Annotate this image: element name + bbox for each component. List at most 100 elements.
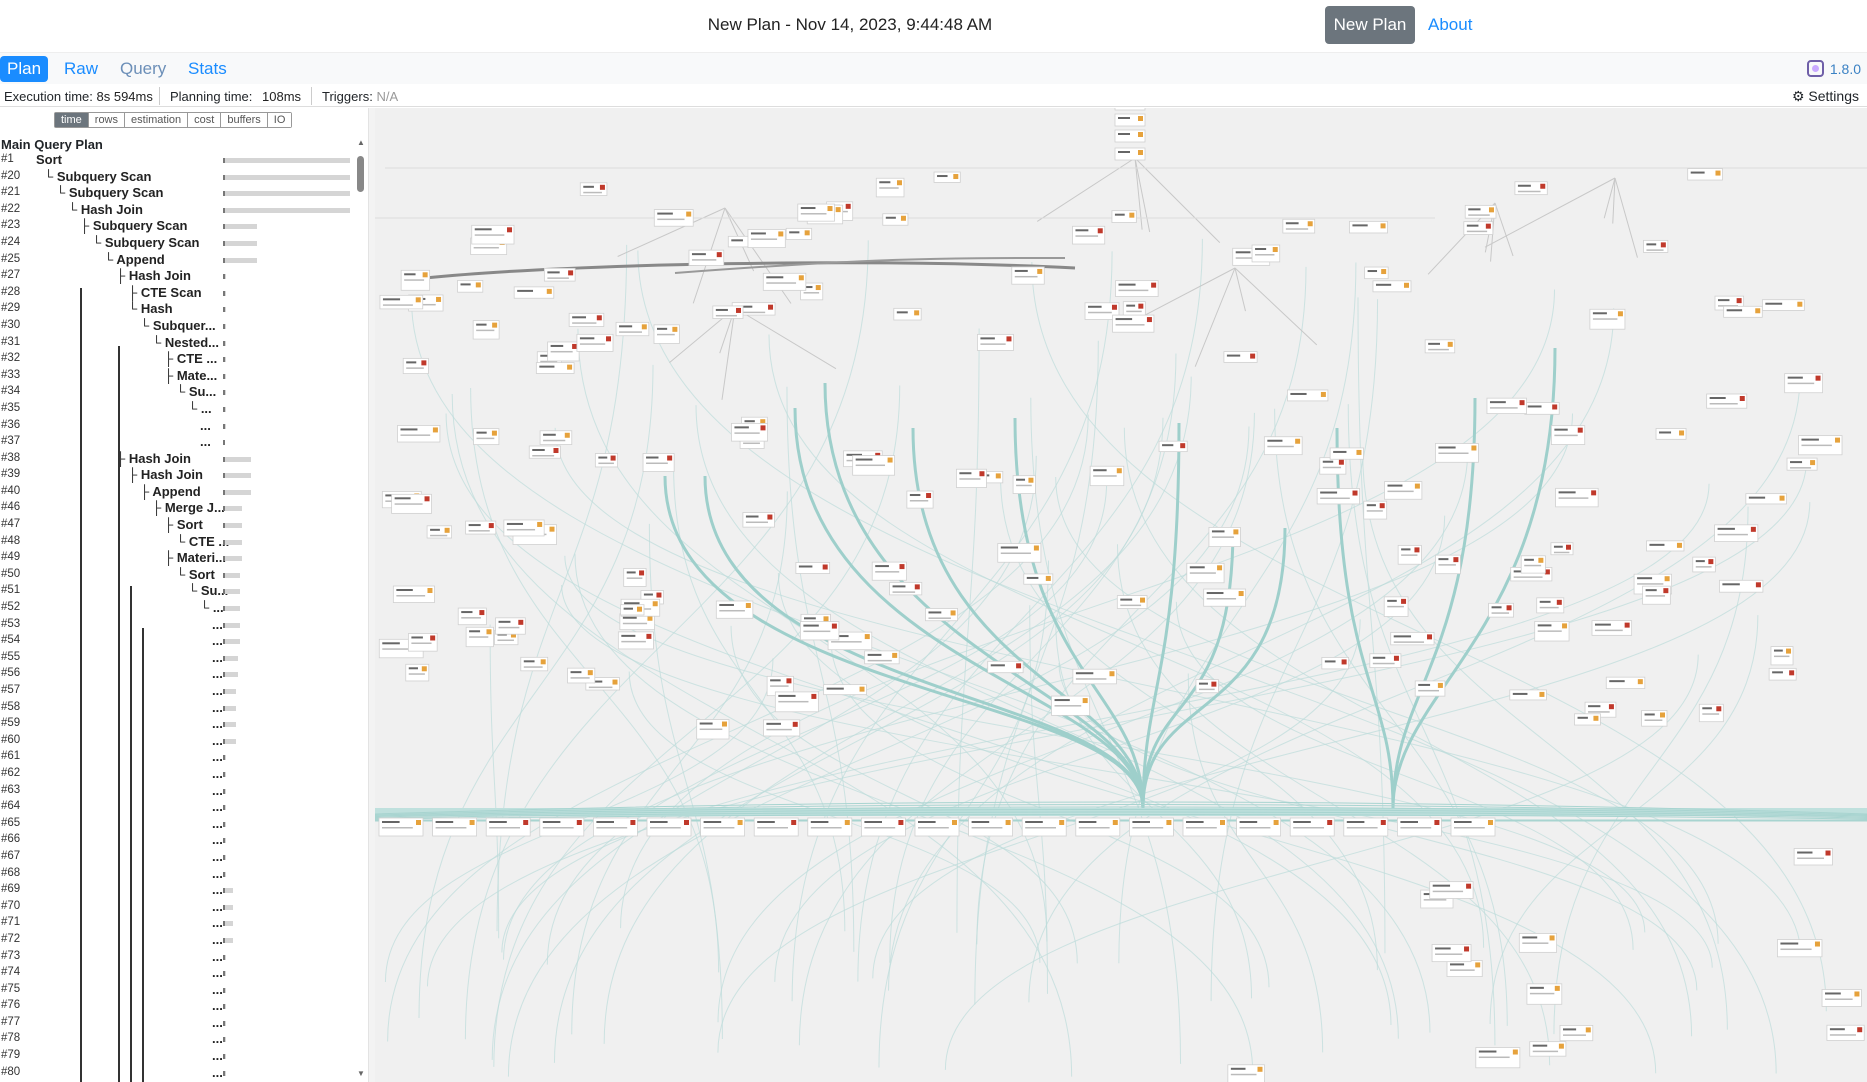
plan-node-row[interactable]: #61... (0, 749, 360, 766)
plan-node-row[interactable]: #78... (0, 1031, 360, 1048)
plan-node-row[interactable]: #73... (0, 949, 360, 966)
plan-node-row[interactable]: #51 └ Su... (0, 583, 360, 600)
plan-node-row[interactable]: #56... (0, 666, 360, 683)
tab-query[interactable]: Query (113, 56, 173, 82)
plan-node-row[interactable]: #32 ├ CTE ... (0, 351, 360, 368)
scrollbar-thumb[interactable] (357, 156, 364, 192)
tab-plan[interactable]: Plan (0, 56, 49, 82)
plan-node-row[interactable]: #59... (0, 716, 360, 733)
new-plan-button[interactable]: New Plan (1325, 6, 1415, 44)
plan-node-row[interactable]: #33 ├ Mate... (0, 368, 360, 385)
plan-node-row[interactable]: #76... (0, 998, 360, 1015)
plan-node-badge (1250, 353, 1256, 359)
plan-node-detail (1797, 857, 1824, 860)
plan-node-row[interactable]: #70... (0, 899, 360, 916)
node-number: #72 (1, 932, 21, 945)
main-query-plan-heading: Main Query Plan (1, 137, 103, 152)
plan-node-badge (1488, 207, 1494, 213)
plan-node-row[interactable]: #71... (0, 915, 360, 932)
plan-node-row[interactable]: #27 ├ Hash Join (0, 268, 360, 285)
scroll-down-arrow-icon[interactable]: ▼ (357, 1069, 365, 1078)
plan-node-row[interactable]: #55... (0, 650, 360, 667)
plan-node-row[interactable]: #30 └ Subquer... (0, 318, 360, 335)
plan-node-row[interactable]: #50 └ Sort (0, 567, 360, 584)
plan-node-row[interactable]: #46 ├ Merge J... (0, 500, 360, 517)
scroll-up-arrow-icon[interactable]: ▲ (357, 138, 365, 147)
metric-estimation[interactable]: estimation (125, 113, 189, 127)
plan-node-badge (537, 521, 543, 527)
plan-node-row[interactable]: #49 ├ Materi... (0, 550, 360, 567)
plan-node-row[interactable]: #63... (0, 783, 360, 800)
plan-node-row[interactable]: #54... (0, 633, 360, 650)
plan-node-row[interactable]: #52 └ ... (0, 600, 360, 617)
metric-io[interactable]: IO (267, 113, 292, 127)
plan-node-row[interactable]: #65... (0, 816, 360, 833)
metric-buffers[interactable]: buffers (221, 113, 268, 127)
plan-node-title (800, 207, 816, 210)
plan-node-title (382, 298, 401, 301)
plan-node-row[interactable]: #29 └ Hash (0, 301, 360, 318)
plan-node-row[interactable]: #25 └ Append (0, 252, 360, 269)
plan-node-detail (506, 528, 536, 531)
plan-node-row[interactable]: #72... (0, 932, 360, 949)
plan-node-row[interactable]: #28 ├ CTE Scan (0, 285, 360, 302)
plan-node-row[interactable]: #34 └ Su... (0, 384, 360, 401)
plan-node-row[interactable]: #74... (0, 965, 360, 982)
plan-node-row[interactable]: #57... (0, 683, 360, 700)
plan-node-title (1773, 649, 1783, 652)
plan-node-row[interactable]: #35 └ ... (0, 401, 360, 418)
plan-node-row[interactable]: #64... (0, 799, 360, 816)
metric-time[interactable]: time (55, 113, 89, 127)
time-share-bar (223, 572, 240, 578)
plan-node-row[interactable]: #48 └ CTE ... (0, 534, 360, 551)
plan-node-row[interactable]: #79... (0, 1048, 360, 1065)
plan-node-row[interactable]: #53... (0, 617, 360, 634)
metric-rows[interactable]: rows (88, 113, 126, 127)
tab-stats[interactable]: Stats (181, 56, 234, 82)
metric-cost[interactable]: cost (188, 113, 222, 127)
time-share-bar-marker (223, 489, 225, 495)
plan-node-row[interactable]: #40 ├ Append (0, 484, 360, 501)
plan-tree-edge (1134, 157, 1221, 243)
tab-raw[interactable]: Raw (57, 56, 105, 82)
node-label: ... (212, 666, 223, 682)
plan-node-row[interactable]: #69... (0, 882, 360, 899)
plan-node-row[interactable]: #80... (0, 1065, 360, 1082)
plan-node-row[interactable]: #67... (0, 849, 360, 866)
plan-node-row[interactable]: #58... (0, 700, 360, 717)
plan-node-row[interactable]: #66... (0, 832, 360, 849)
settings-button[interactable]: ⚙ Settings (1792, 88, 1859, 105)
plan-node-row[interactable]: #47 ├ Sort (0, 517, 360, 534)
about-link[interactable]: About (1428, 15, 1472, 35)
time-share-bar (223, 838, 226, 844)
plan-node-row[interactable]: #37... (0, 434, 360, 451)
plan-node-title (411, 636, 423, 639)
plan-node-row[interactable]: #60... (0, 733, 360, 750)
plan-node-row[interactable]: #21 └ Subquery Scan (0, 185, 360, 202)
plan-node-detail (1206, 598, 1237, 600)
pane-splitter[interactable] (368, 108, 375, 1082)
plan-node-detail (699, 728, 723, 731)
plan-diagram-canvas[interactable] (375, 108, 1867, 1082)
plan-node-row[interactable]: #62... (0, 766, 360, 783)
plan-node-detail (1537, 630, 1562, 632)
plan-node-row[interactable]: #1 Sort (0, 152, 360, 169)
plan-node-row[interactable]: #31 └ Nested... (0, 335, 360, 352)
plan-node-row[interactable]: #75... (0, 982, 360, 999)
plan-node-badge (1488, 820, 1493, 825)
node-number: #55 (1, 650, 21, 663)
time-share-bar-marker (223, 456, 225, 462)
plan-node-row[interactable]: #24 └ Subquery Scan (0, 235, 360, 252)
sidebar-scrollbar[interactable]: ▲ ▼ (357, 138, 365, 1078)
plan-node-row[interactable]: #77... (0, 1015, 360, 1032)
plan-node-detail (1366, 510, 1383, 512)
plan-node-row[interactable]: #39 ├ Hash Join (0, 467, 360, 484)
plan-node-row[interactable]: #36... (0, 418, 360, 435)
plan-node-row[interactable]: #68... (0, 866, 360, 883)
plan-node-row[interactable]: #23 ├ Subquery Scan (0, 218, 360, 235)
plan-node-row[interactable]: #38 ├ Hash Join (0, 451, 360, 468)
plan-node-detail (1563, 1034, 1586, 1036)
plan-node-row[interactable]: #22 └ Hash Join (0, 202, 360, 219)
plan-node-detail (650, 827, 681, 829)
plan-node-row[interactable]: #20 └ Subquery Scan (0, 169, 360, 186)
